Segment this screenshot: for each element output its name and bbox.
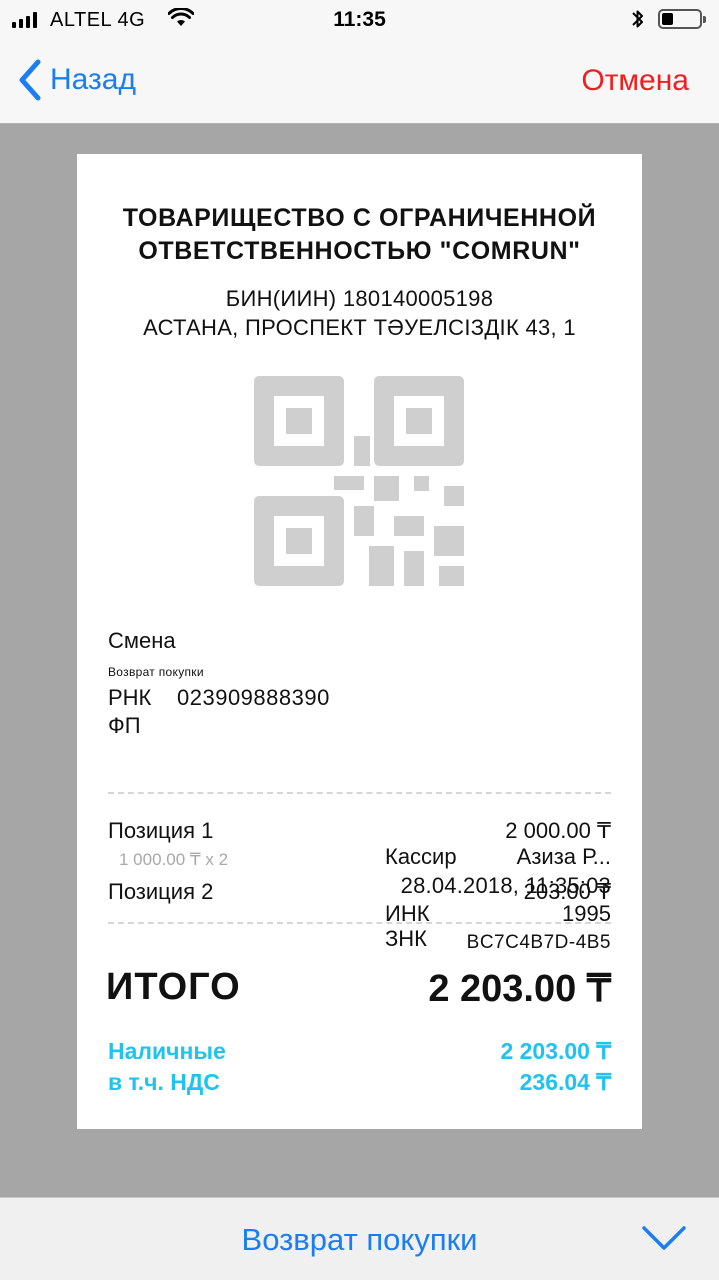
item-detail: 1 000.00 ₸ x 2	[119, 850, 229, 869]
divider	[108, 792, 611, 794]
cashier-value: Азиза Р...	[516, 844, 611, 869]
chevron-down-icon[interactable]	[641, 1224, 687, 1252]
znk-value: BC7C4B7D-4B5	[466, 932, 611, 953]
item-price: 203.00 ₸	[523, 879, 611, 904]
back-button[interactable]: Назад	[14, 56, 136, 104]
bluetooth-icon	[632, 10, 643, 28]
item-name: Позиция 1	[108, 818, 214, 843]
item-price: 2 000.00 ₸	[505, 818, 611, 843]
receipt: ТОВАРИЩЕСТВО С ОГРАНИЧЕННОЙ ОТВЕТСТВЕННО…	[77, 154, 642, 1129]
vat-label: в т.ч. НДС	[108, 1069, 220, 1095]
vat-value: 236.04 ₸	[519, 1069, 611, 1095]
bottom-title: Возврат покупки	[241, 1222, 478, 1257]
operation-type: Возврат покупки	[108, 665, 204, 679]
navigation-bar: Назад Отмена	[0, 42, 719, 124]
item-name: Позиция 2	[108, 879, 214, 904]
qr-code-icon	[254, 376, 464, 586]
shift-label: Смена	[108, 628, 176, 653]
status-bar: ALTEL 4G 11:35	[0, 0, 719, 42]
battery-fill	[662, 13, 673, 25]
fp-label: ФП	[108, 713, 141, 738]
bottom-bar: Возврат покупки	[0, 1197, 719, 1280]
cancel-button[interactable]: Отмена	[581, 64, 689, 98]
rnk-value: 023909888390	[177, 685, 330, 710]
chevron-left-icon	[19, 59, 41, 101]
divider	[108, 922, 611, 924]
clock: 11:35	[333, 8, 386, 31]
company-address: АСТАНА, ПРОСПЕКТ ТӘУЕЛСІЗДІК 43, 1	[143, 315, 576, 340]
znk-label: ЗНК	[385, 926, 427, 951]
total-value: 2 203.00 ₸	[428, 968, 611, 1010]
payment-value: 2 203.00 ₸	[500, 1038, 611, 1064]
company-name: ТОВАРИЩЕСТВО С ОГРАНИЧЕННОЙ ОТВЕТСТВЕННО…	[122, 204, 597, 265]
back-label: Назад	[50, 63, 136, 96]
rnk-label: РНК	[108, 685, 152, 710]
total-label: ИТОГО	[106, 966, 241, 1008]
battery-icon	[658, 9, 706, 29]
cashier-label: Кассир	[385, 844, 457, 869]
payment-label: Наличные	[108, 1038, 226, 1064]
company-bin: БИН(ИИН) 180140005198	[225, 286, 494, 311]
